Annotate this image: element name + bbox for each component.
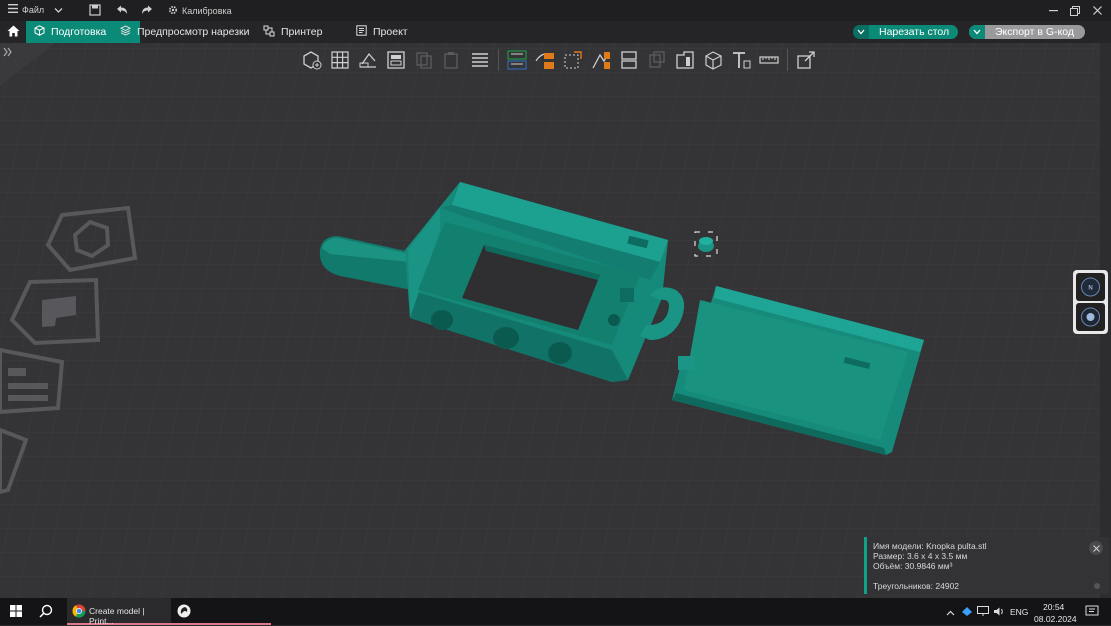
home-icon (7, 25, 20, 40)
rotate-numbers-icon[interactable] (533, 48, 557, 72)
printer-icon (263, 25, 275, 40)
3d-viewport[interactable]: N (0, 43, 1111, 598)
tab-project[interactable]: Проект (356, 21, 408, 43)
measure-icon[interactable] (757, 48, 781, 72)
svg-text:N: N (1088, 286, 1092, 292)
restore-icon[interactable] (1064, 0, 1086, 21)
auto-orient-icon[interactable] (356, 48, 380, 72)
model-volume-text: Объём: 30.9846 мм³ (873, 561, 953, 571)
close-info-icon[interactable] (1089, 541, 1103, 555)
taskbar-chrome-task[interactable]: Create model | Print... (67, 598, 171, 626)
tray-volume-icon[interactable] (993, 606, 1005, 620)
tray-network-app-icon[interactable] (961, 606, 973, 620)
close-window-icon[interactable] (1086, 0, 1108, 21)
save-icon[interactable] (89, 4, 101, 19)
taskbar-search-icon[interactable] (39, 604, 53, 621)
tray-chevron-up-icon[interactable] (946, 607, 955, 619)
export-chevron-icon[interactable] (969, 25, 985, 39)
calibration-label: Калибровка (182, 6, 232, 16)
tab-prepare-label: Подготовка (51, 26, 107, 38)
cube-icon (34, 25, 45, 39)
camera-view-icon[interactable] (1076, 303, 1105, 331)
split-icon[interactable] (617, 48, 641, 72)
tab-project-label: Проект (373, 26, 408, 38)
tray-clock-time[interactable]: 20:54 (1043, 602, 1064, 612)
file-menu-label: Файл (22, 4, 45, 15)
expand-sidebar-icon[interactable] (3, 47, 13, 60)
windows-taskbar: Create model | Print... ENG 20:54 08.02.… (0, 598, 1111, 626)
tray-clock-date[interactable]: 08.02.2024 (1034, 614, 1077, 624)
minimize-icon[interactable] (1042, 0, 1064, 21)
toolbar-separator (498, 49, 499, 71)
title-bar: Файл Калибровка (0, 0, 1111, 21)
chrome-icon (72, 604, 86, 621)
object-toolbar (300, 46, 818, 74)
variable-height-icon[interactable] (505, 48, 529, 72)
layers-stack-icon (119, 25, 132, 39)
tray-monitor-icon[interactable] (977, 606, 989, 620)
layers-icon[interactable] (468, 48, 492, 72)
home-button[interactable] (0, 21, 26, 43)
cut-icon[interactable] (589, 48, 613, 72)
text-icon[interactable] (729, 48, 753, 72)
menu-dropdown-chevron-icon[interactable] (54, 5, 63, 17)
slice-plate-label: Нарезать стол (879, 26, 950, 38)
view-navigator[interactable]: N (1073, 270, 1108, 334)
toolbar-separator (787, 49, 788, 71)
model-size-text: Размер: 3.6 x 4 x 3.5 мм (873, 551, 968, 561)
paste-icon[interactable] (440, 48, 464, 72)
seam-paint-icon[interactable] (673, 48, 697, 72)
model-triangles-text: Треугольников: 24902 (873, 581, 960, 591)
chrome-task-label: Create model | Print... (89, 606, 145, 626)
add-object-icon[interactable] (300, 48, 324, 72)
undo-icon[interactable] (115, 4, 128, 19)
tab-printer[interactable]: Принтер (263, 21, 322, 43)
resize-grip-icon[interactable] (1094, 583, 1100, 589)
notifications-icon[interactable] (1085, 605, 1099, 621)
copy-icon[interactable] (412, 48, 436, 72)
support-paint-icon[interactable] (645, 48, 669, 72)
tab-printer-label: Принтер (281, 26, 323, 38)
arrange-grid-icon[interactable] (328, 48, 352, 72)
model-info-panel: Имя модели: Knopka pulta.stl Размер: 3.6… (864, 537, 1109, 594)
scale-icon[interactable] (561, 48, 585, 72)
file-menu[interactable]: Файл (8, 4, 44, 15)
calibration-gear-icon (168, 5, 178, 17)
slice-chevron-icon[interactable] (853, 25, 869, 39)
model-name-text: Имя модели: Knopka pulta.stl (873, 541, 987, 551)
export-gcode-label: Экспорт в G-код (995, 26, 1074, 38)
box-view-icon[interactable] (701, 48, 725, 72)
export-gcode-button[interactable]: Экспорт в G-код (969, 25, 1085, 39)
calibration-menu[interactable]: Калибровка (168, 5, 232, 17)
view-cube-icon[interactable]: N (1076, 273, 1105, 301)
windows-start-icon[interactable] (10, 605, 22, 620)
hamburger-icon (8, 4, 18, 15)
tab-preview[interactable]: Предпросмотр нарезки (119, 21, 250, 43)
layout-plate-icon[interactable] (384, 48, 408, 72)
build-plate-scene[interactable] (0, 43, 1111, 598)
taskbar-slicer-task[interactable] (171, 598, 271, 625)
assembly-icon[interactable] (794, 48, 818, 72)
slicer-app-icon (177, 604, 191, 621)
slice-plate-button[interactable]: Нарезать стол (853, 25, 958, 39)
project-doc-icon (356, 25, 367, 39)
tray-language[interactable]: ENG (1010, 607, 1028, 617)
redo-icon[interactable] (141, 4, 154, 19)
tab-preview-label: Предпросмотр нарезки (137, 26, 250, 38)
